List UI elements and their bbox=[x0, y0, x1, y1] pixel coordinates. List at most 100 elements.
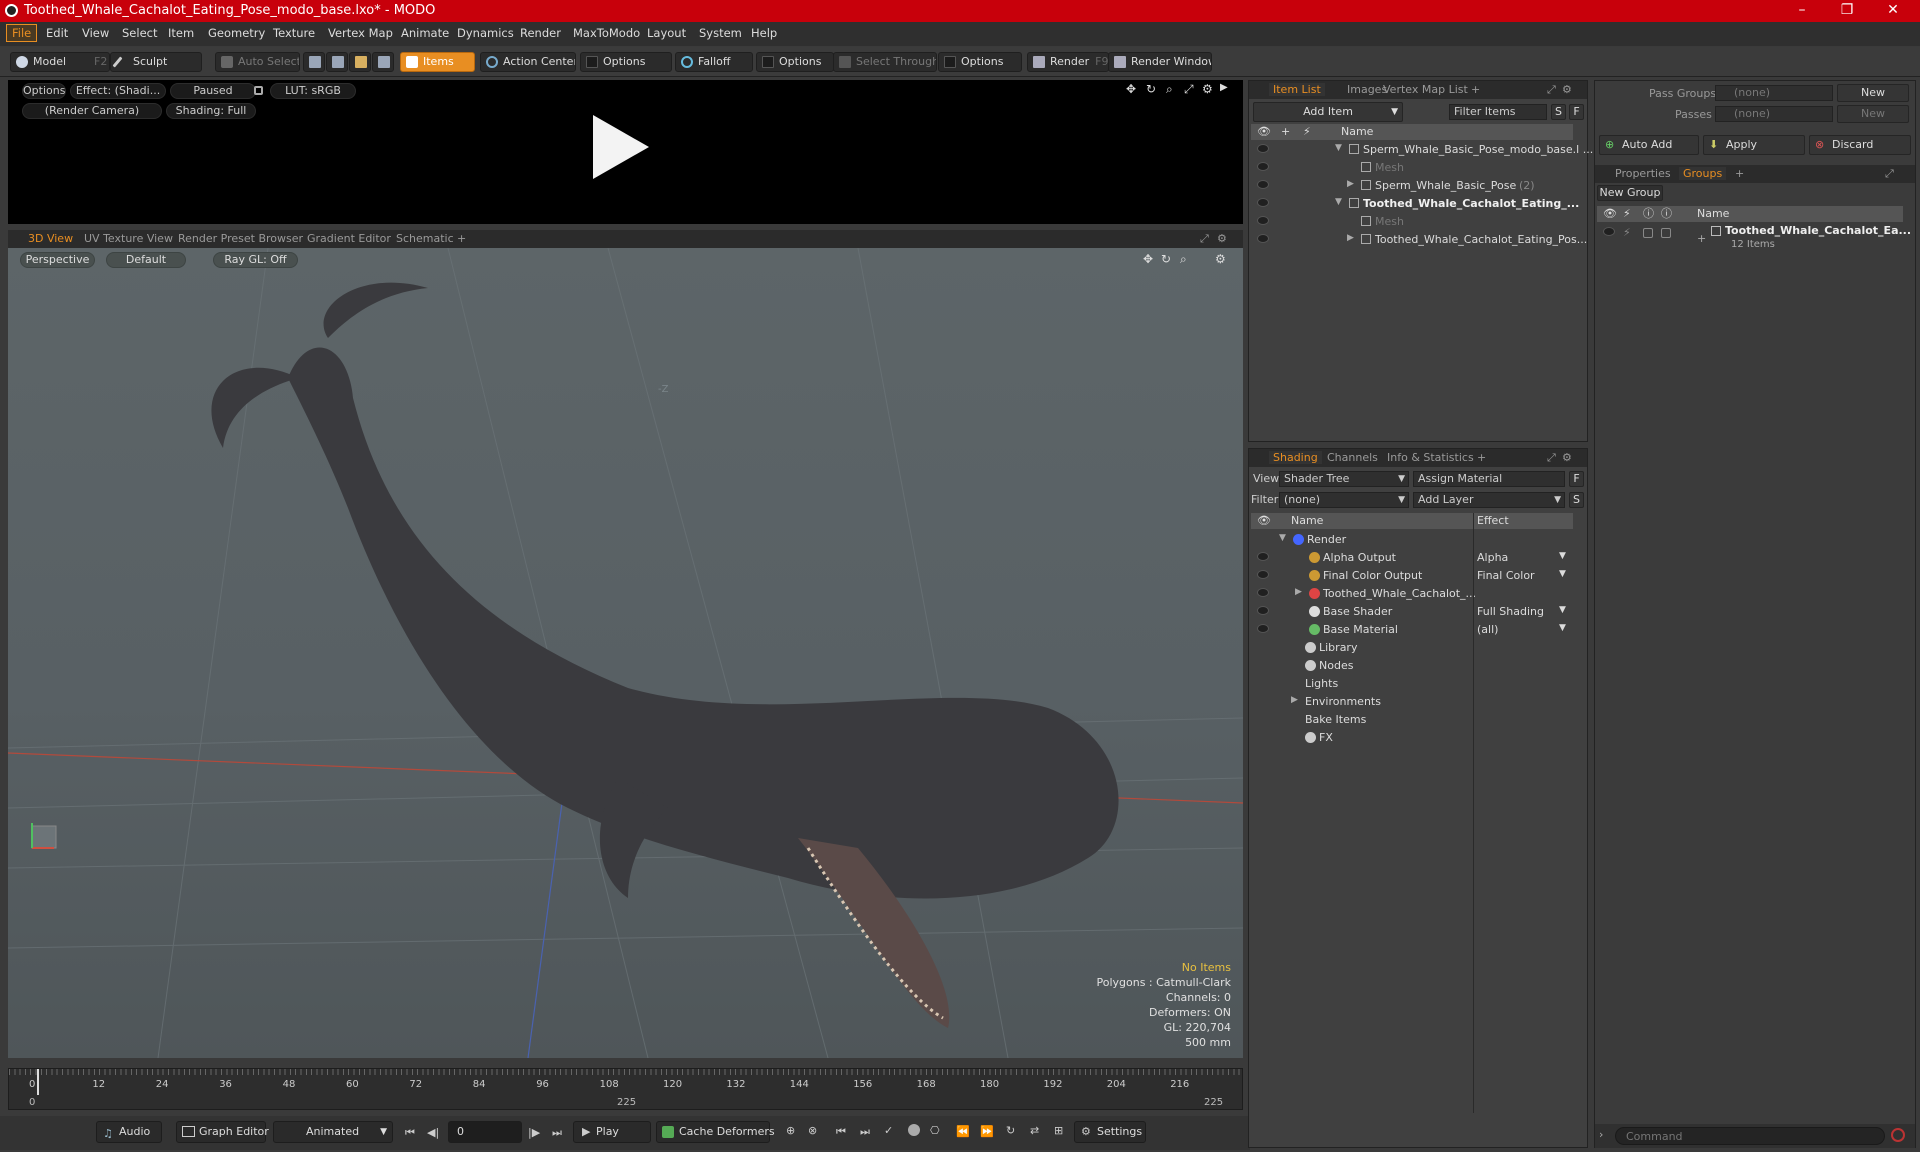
chevron-down-icon[interactable]: ▼ bbox=[1279, 533, 1286, 543]
tab-info-statistics[interactable]: Info & Statistics bbox=[1387, 451, 1474, 464]
raygl-dropdown[interactable]: Ray GL: Off bbox=[213, 252, 298, 268]
effect-dropdown[interactable]: Final Color bbox=[1477, 569, 1535, 582]
command-history-icon[interactable] bbox=[1891, 1128, 1905, 1142]
items-mode-button[interactable]: Items bbox=[400, 52, 475, 72]
shading-f-button[interactable]: F bbox=[1569, 471, 1584, 487]
add-tab-button[interactable]: + bbox=[1471, 83, 1480, 96]
shader-tree-row[interactable]: ▶ Toothed_Whale_Cachalot_... bbox=[1251, 585, 1573, 603]
frame-input[interactable]: 0 bbox=[448, 1121, 522, 1143]
shader-tree-row[interactable]: Alpha Output Alpha ▼ bbox=[1251, 549, 1573, 567]
edge-select-button[interactable] bbox=[326, 52, 348, 72]
chevron-right-icon[interactable]: ▶ bbox=[1347, 179, 1354, 189]
chevron-right-icon[interactable]: ▶ bbox=[1347, 233, 1354, 243]
forward-icon[interactable]: ⏩ bbox=[980, 1125, 994, 1138]
auto-add-button[interactable]: ⊕ Auto Add bbox=[1599, 135, 1699, 155]
timeline[interactable]: 0 12 24 36 48 60 72 84 96 108 120 132 144 156 168 180 19… bbox=[8, 1068, 1243, 1110]
menu-view[interactable]: View bbox=[82, 26, 109, 40]
chevron-down-icon[interactable]: ▼ bbox=[1559, 605, 1566, 615]
falloff-button[interactable]: Falloff bbox=[675, 52, 753, 72]
preview-camera-dropdown[interactable]: (Render Camera) bbox=[22, 103, 162, 119]
passes-dropdown[interactable]: (none) bbox=[1715, 106, 1833, 122]
group-row[interactable]: ⚡ + Toothed_Whale_Cachalot_Ea... 12 Item… bbox=[1597, 224, 1911, 254]
gear-icon[interactable]: ⚙ bbox=[1202, 82, 1213, 96]
auto-select-button[interactable]: Auto Select bbox=[215, 52, 300, 72]
maximize-panel-icon[interactable]: ⤢ bbox=[1885, 167, 1894, 181]
shader-tree-row[interactable]: ▶ Environments bbox=[1251, 693, 1573, 711]
add-tab-button[interactable]: + bbox=[457, 232, 466, 245]
expand-icon[interactable]: + bbox=[1697, 232, 1706, 245]
effect-dropdown[interactable]: Alpha bbox=[1477, 551, 1508, 564]
step-forward-icon[interactable]: |▶ bbox=[528, 1126, 540, 1139]
bounce-icon[interactable]: ⇄ bbox=[1030, 1124, 1039, 1137]
eye-icon[interactable] bbox=[1257, 198, 1269, 207]
effect-dropdown[interactable]: (all) bbox=[1477, 623, 1498, 636]
skip-start-icon[interactable]: ⏮ bbox=[405, 1126, 415, 1140]
menu-edit[interactable]: Edit bbox=[46, 26, 68, 40]
eye-icon[interactable] bbox=[1257, 606, 1269, 615]
shader-tree-row[interactable]: FX bbox=[1251, 729, 1573, 747]
tab-item-list[interactable]: Item List bbox=[1269, 83, 1325, 96]
add-tab-button[interactable]: + bbox=[1477, 451, 1486, 464]
move-icon[interactable]: ✥ bbox=[1143, 252, 1153, 266]
chevron-right-icon[interactable]: ▶ bbox=[1295, 587, 1302, 597]
prev-key-icon[interactable]: ⏮ bbox=[836, 1125, 846, 1139]
tab-groups[interactable]: Groups bbox=[1679, 167, 1727, 180]
apply-button[interactable]: ⬇ Apply bbox=[1703, 135, 1805, 155]
eye-icon[interactable] bbox=[1257, 144, 1269, 153]
tab-images[interactable]: Images bbox=[1347, 83, 1387, 96]
maximize-view-icon[interactable]: ⤢ bbox=[1184, 82, 1194, 97]
add-layer-dropdown[interactable]: Add Layer ▼ bbox=[1413, 492, 1565, 508]
menu-vertex-map[interactable]: Vertex Map bbox=[328, 26, 393, 40]
audio-button[interactable]: ♫ Audio bbox=[96, 1121, 162, 1143]
next-key-icon[interactable]: ⏭ bbox=[860, 1125, 870, 1139]
timeline-playhead[interactable] bbox=[37, 1069, 39, 1095]
action-center-options-button[interactable]: Options bbox=[580, 52, 672, 72]
key-all-icon[interactable]: ⊗ bbox=[808, 1124, 817, 1137]
graph-editor-button[interactable]: Graph Editor bbox=[176, 1121, 269, 1143]
new-pass-button[interactable]: New bbox=[1837, 105, 1909, 123]
model-mode-button[interactable]: Model F2 bbox=[10, 52, 110, 72]
maximize-button[interactable]: ❐ bbox=[1832, 2, 1862, 18]
menu-layout[interactable]: Layout bbox=[647, 26, 686, 40]
menu-system[interactable]: System bbox=[699, 26, 742, 40]
pass-groups-dropdown[interactable]: (none) bbox=[1715, 85, 1833, 101]
tab-3d-view[interactable]: 3D View bbox=[28, 232, 73, 245]
action-center-button[interactable]: Action Center bbox=[480, 52, 576, 72]
select-through-options-button[interactable]: Options bbox=[938, 52, 1022, 72]
animated-dropdown[interactable]: Animated ▼ bbox=[273, 1121, 393, 1143]
polygon-select-button[interactable] bbox=[349, 52, 371, 72]
list-item[interactable]: ▶ Sperm_Whale_Basic_Pose (2) bbox=[1251, 177, 1573, 195]
cache-deformers-button[interactable]: Cache Deformers bbox=[656, 1121, 775, 1143]
shader-tree-row[interactable]: Base Material (all) ▼ bbox=[1251, 621, 1573, 639]
shader-tree-row[interactable]: Final Color Output Final Color ▼ bbox=[1251, 567, 1573, 585]
eye-icon[interactable] bbox=[1257, 162, 1269, 171]
arrow-right-icon[interactable]: ▶ bbox=[1220, 82, 1228, 93]
menu-texture[interactable]: Texture bbox=[273, 26, 315, 40]
eye-icon[interactable] bbox=[1257, 570, 1269, 579]
chevron-right-icon[interactable]: ▶ bbox=[1291, 695, 1298, 705]
perspective-dropdown[interactable]: Perspective bbox=[20, 252, 95, 268]
effect-dropdown[interactable]: Full Shading bbox=[1477, 605, 1544, 618]
chevron-down-icon[interactable]: ▼ bbox=[1335, 143, 1342, 153]
tab-properties[interactable]: Properties bbox=[1615, 167, 1671, 180]
tab-shading[interactable]: Shading bbox=[1269, 451, 1322, 464]
loop-icon[interactable]: ↻ bbox=[1006, 1124, 1015, 1137]
select-toggle[interactable] bbox=[1661, 228, 1671, 238]
list-item[interactable]: ▶ Toothed_Whale_Cachalot_Eating_Pos... bbox=[1251, 231, 1587, 249]
auto-key-icon[interactable]: ⎔ bbox=[930, 1124, 940, 1137]
move-icon[interactable]: ✥ bbox=[1126, 82, 1136, 96]
render-window-button[interactable]: Render Window bbox=[1108, 52, 1212, 72]
sculpt-mode-button[interactable]: Sculpt bbox=[110, 52, 202, 72]
record-icon[interactable] bbox=[908, 1124, 920, 1136]
menu-render[interactable]: Render bbox=[520, 26, 561, 40]
tab-gradient-editor[interactable]: Gradient Editor bbox=[307, 232, 391, 245]
command-input[interactable] bbox=[1615, 1127, 1885, 1145]
list-item[interactable]: ▼ Sperm_Whale_Basic_Pose_modo_base.l ... bbox=[1251, 141, 1593, 159]
preview-effect-dropdown[interactable]: Effect: (Shadi... bbox=[70, 83, 166, 99]
menu-help[interactable]: Help bbox=[751, 26, 777, 40]
step-back-icon[interactable]: ◀| bbox=[427, 1126, 439, 1139]
menu-select[interactable]: Select bbox=[122, 26, 157, 40]
eye-icon[interactable] bbox=[1257, 216, 1269, 225]
maximize-panel-icon[interactable]: ⤢ bbox=[1200, 232, 1209, 246]
list-item[interactable]: ▼ Toothed_Whale_Cachalot_Eating_... bbox=[1251, 195, 1579, 213]
